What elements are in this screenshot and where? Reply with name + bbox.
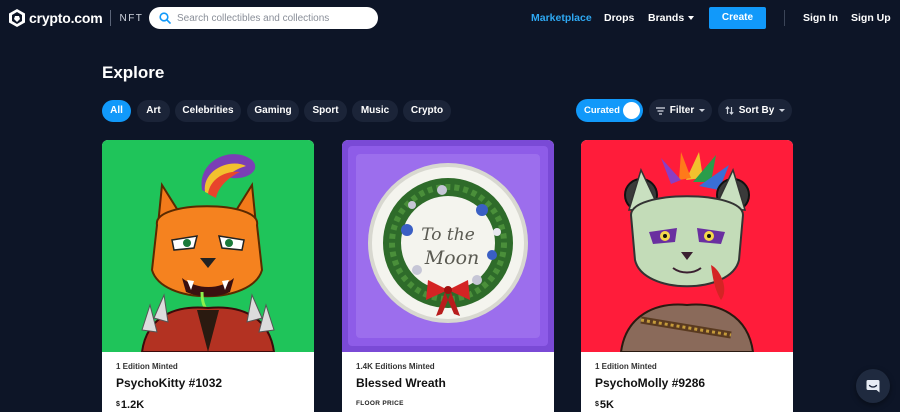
chat-bubble-icon	[866, 380, 880, 393]
search-bar	[149, 7, 378, 29]
chevron-down-icon	[779, 109, 786, 112]
chevron-down-icon	[688, 16, 695, 20]
floor-price-label: FLOOR PRICE	[356, 400, 404, 407]
nft-image-psychomolly	[581, 140, 793, 353]
top-nav: crypto.com NFT Marketplace Drops Brands …	[0, 0, 900, 36]
page-title: Explore	[102, 63, 165, 82]
wreath-art-text-line2: Moon	[424, 247, 480, 269]
search-input[interactable]	[177, 12, 367, 24]
nft-card-info: 1 Edition Minted PsychoMolly #9286 $5K	[581, 352, 793, 412]
sign-in-link[interactable]: Sign In	[803, 12, 838, 24]
nft-title: PsychoKitty #1032	[116, 376, 223, 390]
filter-chip-sport[interactable]: Sport	[304, 100, 347, 122]
currency-symbol: $	[595, 401, 599, 408]
nft-title: Blessed Wreath	[356, 376, 446, 390]
filter-chip-art[interactable]: Art	[137, 100, 170, 122]
sort-arrows-icon	[725, 106, 734, 115]
nav-drops-link[interactable]: Drops	[604, 12, 634, 24]
nav-divider	[784, 10, 785, 26]
nft-title: PsychoMolly #9286	[595, 376, 706, 390]
chevron-down-icon	[699, 109, 706, 112]
nft-image-psychokitty	[102, 140, 314, 353]
nft-price: $1.2K	[116, 399, 300, 411]
search-icon	[159, 12, 171, 24]
create-button[interactable]: Create	[709, 7, 766, 29]
filter-chip-celebrities[interactable]: Celebrities	[175, 100, 241, 122]
filter-button[interactable]: Filter	[649, 99, 712, 122]
filter-chip-crypto[interactable]: Crypto	[403, 100, 451, 122]
curated-toggle[interactable]: Curated	[576, 99, 643, 122]
brand-product: NFT	[119, 12, 144, 24]
chat-support-button[interactable]	[856, 369, 890, 403]
nft-image-blessed-wreath: To the Moon	[342, 140, 554, 352]
nft-card-info: 1 Edition Minted PsychoKitty #1032 $1.2K	[102, 352, 314, 412]
curated-label: Curated	[584, 105, 620, 116]
filter-chip-all[interactable]: All	[102, 100, 131, 122]
edition-count: 1 Edition Minted	[595, 362, 657, 371]
price-value: 5K	[599, 399, 614, 411]
nav-brands-label: Brands	[648, 12, 685, 24]
nav-brands-dropdown[interactable]: Brands	[648, 12, 695, 24]
filter-lines-icon	[655, 106, 665, 115]
wreath-art-text-line1: To the	[421, 225, 475, 245]
price-value: 1.2K	[120, 399, 145, 411]
edition-count: 1 Edition Minted	[116, 362, 178, 371]
nft-price: $5K	[595, 399, 779, 411]
currency-symbol: $	[116, 401, 120, 408]
brand-name: crypto.com	[29, 10, 103, 26]
nft-card-blessed-wreath[interactable]: To the Moon 1.4K Editions Minted Blessed…	[342, 140, 554, 412]
nft-card-psychomolly[interactable]: 1 Edition Minted PsychoMolly #9286 $5K	[581, 140, 793, 412]
crypto-logo-icon	[9, 9, 25, 27]
nav-marketplace-link[interactable]: Marketplace	[531, 12, 592, 24]
nft-card-info: 1.4K Editions Minted Blessed Wreath FLOO…	[342, 352, 554, 412]
filter-chip-gaming[interactable]: Gaming	[247, 100, 299, 122]
filter-label: Filter	[669, 105, 695, 116]
filter-chip-music[interactable]: Music	[352, 100, 398, 122]
toggle-knob	[623, 102, 640, 119]
sort-label: Sort By	[738, 105, 775, 116]
sign-up-link[interactable]: Sign Up	[851, 12, 891, 24]
edition-count: 1.4K Editions Minted	[356, 362, 435, 371]
logo-divider	[110, 10, 112, 26]
nft-card-psychokitty[interactable]: 1 Edition Minted PsychoKitty #1032 $1.2K	[102, 140, 314, 412]
sort-by-button[interactable]: Sort By	[718, 99, 792, 122]
brand-logo[interactable]: crypto.com NFT	[9, 9, 143, 27]
